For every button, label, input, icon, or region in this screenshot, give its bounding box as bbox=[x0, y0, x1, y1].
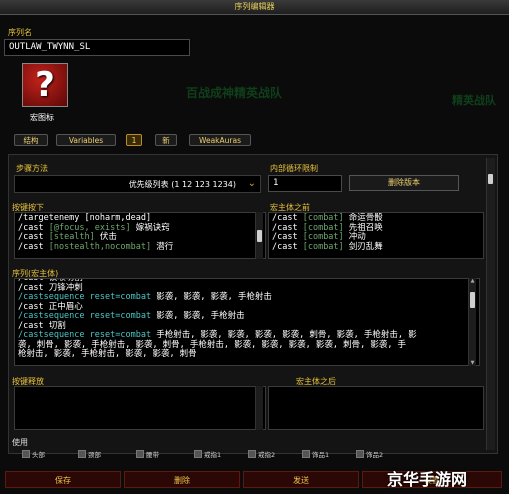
code-token: 影袭, 影袭, 手枪射击 bbox=[156, 311, 245, 321]
sequence-body-editor[interactable]: /cast 锁喉切割/cast 刀锋冲刺/castsequence reset=… bbox=[14, 278, 480, 366]
background-text: 百战成神精英战队 bbox=[186, 86, 283, 100]
code-token: [combat] bbox=[302, 232, 344, 242]
code-token: 命运骨骰 bbox=[343, 213, 383, 223]
checkbox-ring2[interactable]: 戒指2 bbox=[248, 450, 275, 459]
tab-new[interactable]: 新 bbox=[155, 134, 177, 146]
code-token: reset=combat bbox=[89, 330, 157, 340]
code-token: /cast 刀锋冲刺 bbox=[18, 282, 83, 293]
step-function-dropdown[interactable]: 优先级列表 (1 12 123 1234) ⌄ bbox=[14, 175, 261, 193]
code-token: [noharm,dead] bbox=[84, 213, 152, 223]
code-token: /cast 切割 bbox=[18, 320, 66, 331]
code-token: /cast bbox=[272, 232, 303, 242]
scroll-up-icon[interactable]: ▲ bbox=[469, 278, 476, 284]
post-macro-editor[interactable] bbox=[268, 386, 484, 430]
code-token: /castsequence bbox=[18, 330, 90, 340]
code-token: 手枪射击, 影袭, 影袭, 影袭, 影袭, 刺骨, 影袭, 手枪射击, 影 bbox=[156, 330, 417, 340]
window-title: 序列编辑器 bbox=[0, 0, 509, 15]
background-text: 精英战队 bbox=[452, 94, 496, 107]
code-token: 影袭, 影袭, 影袭, 手枪射击 bbox=[156, 292, 272, 302]
checkbox-trinket2[interactable]: 饰品2 bbox=[356, 450, 383, 459]
code-token: 冲动 bbox=[343, 232, 366, 242]
pre-macro-editor[interactable]: /cast [combat] 命运骨骰/cast [combat] 先祖召唤/c… bbox=[268, 212, 484, 259]
code-token: /cast bbox=[18, 232, 49, 242]
code-line: /cast [nostealth,nocombat] 潜行 bbox=[18, 241, 262, 253]
code-token: /cast bbox=[18, 222, 49, 233]
checkbox-neck[interactable]: 颈部 bbox=[78, 450, 101, 459]
sequence-body-scrollbar[interactable]: ▲ ▼ bbox=[468, 278, 476, 366]
checkbox-trinket1[interactable]: 饰品1 bbox=[302, 450, 329, 459]
code-token: 伏击 bbox=[94, 232, 117, 242]
code-token: /cast bbox=[272, 241, 303, 252]
code-line: /cast [combat] 剑刃乱舞 bbox=[272, 241, 480, 253]
code-token: 潜行 bbox=[151, 241, 174, 252]
delete-button[interactable]: 删除 bbox=[124, 471, 240, 488]
panel-scrollbar[interactable] bbox=[486, 158, 495, 450]
macro-icon-label: 宏图标 bbox=[30, 113, 54, 122]
code-token: /cast bbox=[18, 241, 49, 252]
send-button[interactable]: 发送 bbox=[243, 471, 359, 488]
chevron-down-icon: ⌄ bbox=[247, 178, 256, 189]
code-line: /castsequence reset=combat 影袭, 影袭, 手枪射击 bbox=[18, 311, 476, 322]
code-token: reset=combat bbox=[89, 311, 157, 321]
macro-icon-button[interactable]: ? bbox=[22, 63, 68, 107]
code-token: reset=combat bbox=[89, 292, 157, 302]
code-token: 袭, 刺骨, 影袭, 手枪射击, 影袭, 刺骨, 手枪射击, 影袭, 影袭, 影… bbox=[18, 339, 407, 350]
question-mark-icon: ? bbox=[35, 65, 55, 105]
code-token: /castsequence bbox=[18, 292, 90, 302]
scroll-down-icon[interactable]: ▼ bbox=[469, 360, 476, 366]
use-label: 使用 bbox=[12, 438, 28, 447]
code-token: 嫁祸诀窍 bbox=[130, 222, 170, 233]
internal-loop-input[interactable]: 1 bbox=[268, 175, 342, 192]
key-release-editor[interactable] bbox=[14, 386, 266, 430]
key-release-scrollbar[interactable] bbox=[255, 386, 263, 430]
code-token: 先祖召唤 bbox=[343, 222, 383, 233]
checkbox-belt[interactable]: 腰带 bbox=[136, 450, 159, 459]
code-token: [combat] bbox=[302, 213, 344, 223]
code-token: [@focus, exists] bbox=[48, 222, 131, 233]
code-token: [nostealth,nocombat] bbox=[48, 241, 152, 252]
checkbox-head[interactable]: 头部 bbox=[22, 450, 45, 459]
tab-structure[interactable]: 结构 bbox=[14, 134, 48, 146]
tab-weakauras[interactable]: WeakAuras bbox=[189, 134, 251, 146]
code-token: /castsequence bbox=[18, 311, 90, 321]
code-token: [combat] bbox=[302, 222, 344, 233]
save-button[interactable]: 保存 bbox=[5, 471, 121, 488]
watermark-text: 京华手游网 bbox=[387, 470, 468, 489]
code-token: [combat] bbox=[302, 241, 344, 252]
code-line: /castsequence reset=combat 影袭, 影袭, 影袭, 手… bbox=[18, 292, 476, 303]
tab-1[interactable]: 1 bbox=[126, 134, 142, 146]
code-token: 剑刃乱舞 bbox=[343, 241, 383, 252]
step-function-value: 优先级列表 (1 12 123 1234) bbox=[128, 180, 236, 189]
delete-version-button[interactable]: 删除版本 bbox=[349, 175, 459, 191]
code-token: [stealth] bbox=[48, 232, 95, 242]
sequence-name-input[interactable]: OUTLAW_TWYNN_SL bbox=[4, 39, 190, 56]
code-line: 枪射击, 影袭, 手枪射击, 影袭, 影袭, 刺骨 bbox=[18, 349, 476, 360]
code-token: /targetenemy bbox=[18, 213, 85, 223]
code-token: /cast bbox=[272, 213, 303, 223]
sequence-name-label: 序列名 bbox=[8, 28, 32, 37]
internal-loop-label: 内部循环限制 bbox=[270, 164, 318, 173]
checkbox-ring1[interactable]: 戒指1 bbox=[194, 450, 221, 459]
code-token: 枪射击, 影袭, 手枪射击, 影袭, 影袭, 刺骨 bbox=[18, 349, 197, 359]
code-token: /cast bbox=[272, 222, 303, 233]
keypress-scrollbar[interactable] bbox=[255, 212, 263, 259]
step-function-label: 步骤方法 bbox=[16, 164, 48, 173]
tab-variables[interactable]: Variables bbox=[56, 134, 116, 146]
code-token: /cast 正中眉心 bbox=[18, 301, 83, 312]
keypress-editor[interactable]: /targetenemy [noharm,dead] /cast [@focus,… bbox=[14, 212, 266, 259]
